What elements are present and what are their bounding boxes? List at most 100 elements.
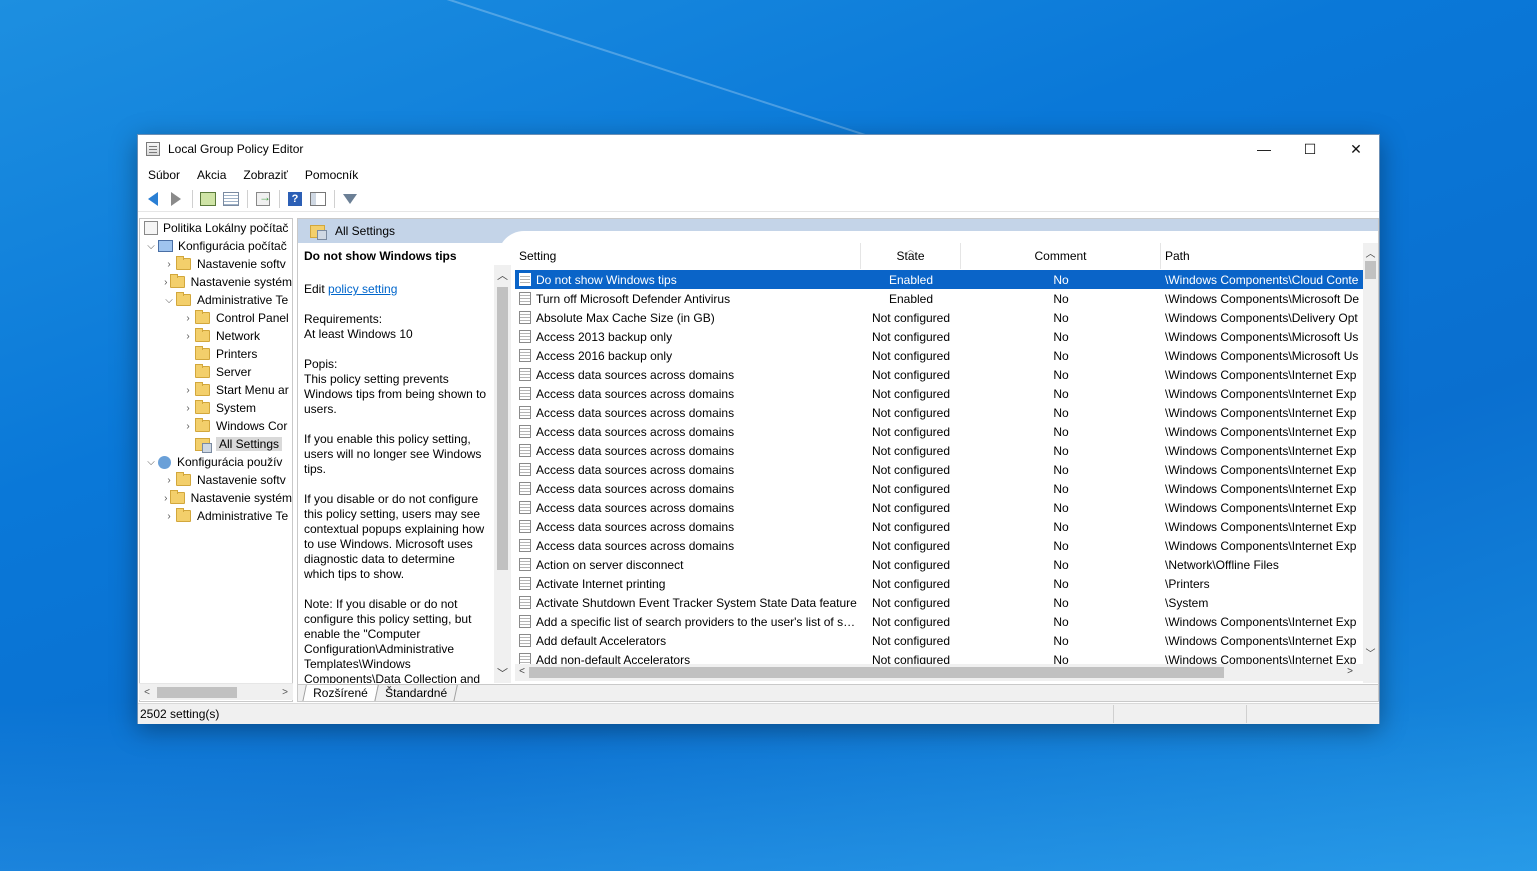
tree-horizontal-scrollbar[interactable]: < > <box>139 683 293 700</box>
expand-icon[interactable]: › <box>162 475 176 486</box>
scroll-right-icon[interactable]: > <box>277 687 293 698</box>
scroll-up-icon[interactable]: ︿ <box>494 267 511 283</box>
table-row[interactable]: Access 2013 backup only Not configured No \… <box>515 327 1363 346</box>
up-level-button[interactable] <box>197 188 219 210</box>
table-row[interactable]: Activate Internet printing Not configured… <box>515 574 1363 593</box>
tree-item-printers[interactable]: Printers <box>140 345 292 363</box>
forward-arrow-icon <box>171 192 181 206</box>
cell-state: Not configured <box>871 500 951 515</box>
tree-item-network[interactable]: › Network <box>140 327 292 345</box>
tree-item-control-panel[interactable]: › Control Panel <box>140 309 292 327</box>
tree-item-computer-config[interactable]: ⌵ Konfigurácia počítač <box>140 237 292 255</box>
tree-item-user-software-settings[interactable]: › Nastavenie softv <box>140 471 292 489</box>
menu-file[interactable]: Súbor <box>141 168 187 182</box>
table-row[interactable]: Add default Accelerators Not configured No… <box>515 631 1363 650</box>
cell-setting: Access data sources across domains <box>515 444 861 458</box>
table-row[interactable]: Absolute Max Cache Size (in GB) Not confi… <box>515 308 1363 327</box>
expand-icon[interactable]: › <box>181 421 195 432</box>
column-header-setting[interactable]: Setting <box>515 243 861 269</box>
expand-icon[interactable]: › <box>181 313 195 324</box>
close-button[interactable]: ✕ <box>1333 135 1379 163</box>
list-horizontal-scrollbar[interactable]: < > <box>515 664 1363 681</box>
description-scrollbar[interactable]: ︿ ﹀ <box>494 265 511 683</box>
requirements-label: Requirements: <box>304 312 383 326</box>
show-hide-tree-button[interactable] <box>220 188 242 210</box>
minimize-button[interactable]: — <box>1241 135 1287 163</box>
tab-extended[interactable]: Rozšírené <box>302 685 379 701</box>
extended-view-button[interactable] <box>307 188 329 210</box>
tree-item-label: Nastavenie softv <box>197 257 286 271</box>
table-row[interactable]: Access data sources across domains Not co… <box>515 498 1363 517</box>
scroll-up-icon[interactable]: ︿ <box>1363 245 1378 260</box>
table-row[interactable]: Access data sources across domains Not co… <box>515 460 1363 479</box>
menu-action[interactable]: Akcia <box>190 168 233 182</box>
title-bar[interactable]: Local Group Policy Editor — ☐ ✕ <box>138 135 1379 163</box>
tree-item-admin-templates[interactable]: ⌵ Administrative Te <box>140 291 292 309</box>
help-button[interactable]: ? <box>284 188 306 210</box>
tree-item-all-settings[interactable]: All Settings <box>140 435 292 453</box>
scroll-thumb[interactable] <box>1365 261 1376 279</box>
expand-icon[interactable]: › <box>181 331 195 342</box>
policy-setting-link[interactable]: policy setting <box>328 282 397 296</box>
tree-item-user-config[interactable]: ⌵ Konfigurácia použív <box>140 453 292 471</box>
table-row[interactable]: Turn off Microsoft Defender Antivirus Ena… <box>515 289 1363 308</box>
tree-item-start-menu[interactable]: › Start Menu ar <box>140 381 292 399</box>
table-row[interactable]: Access data sources across domains Not co… <box>515 422 1363 441</box>
forward-button[interactable] <box>165 188 187 210</box>
expand-icon[interactable]: › <box>162 511 176 522</box>
table-row[interactable]: Add a specific list of search providers … <box>515 612 1363 631</box>
tree-item-windows-components[interactable]: › Windows Cor <box>140 417 292 435</box>
policy-icon <box>144 221 158 235</box>
filter-icon <box>343 194 357 204</box>
collapse-icon[interactable]: ⌵ <box>144 241 158 252</box>
policy-setting-icon <box>519 577 531 590</box>
tree-item-system-settings[interactable]: › Nastavenie systém <box>140 273 292 291</box>
tree-item-system[interactable]: › System <box>140 399 292 417</box>
column-header-path[interactable]: Path <box>1161 243 1363 269</box>
scroll-thumb[interactable] <box>157 687 237 698</box>
filter-button[interactable] <box>339 188 361 210</box>
scroll-thumb[interactable] <box>529 667 1224 678</box>
expand-icon[interactable]: › <box>162 493 170 504</box>
menu-help[interactable]: Pomocník <box>298 168 365 182</box>
expand-icon[interactable]: › <box>181 385 195 396</box>
maximize-button[interactable]: ☐ <box>1287 135 1333 163</box>
table-row[interactable]: Action on server disconnect Not configure… <box>515 555 1363 574</box>
tree-item-server[interactable]: Server <box>140 363 292 381</box>
help-icon: ? <box>288 192 302 206</box>
column-header-comment[interactable]: Comment <box>961 243 1161 269</box>
tree-item-software-settings[interactable]: › Nastavenie softv <box>140 255 292 273</box>
table-row[interactable]: Access data sources across domains Not co… <box>515 365 1363 384</box>
scroll-right-icon[interactable]: > <box>1343 666 1357 677</box>
table-row[interactable]: Access data sources across domains Not co… <box>515 441 1363 460</box>
list-vertical-scrollbar[interactable]: ︿ ﹀ <box>1363 243 1378 683</box>
scroll-left-icon[interactable]: < <box>139 687 155 698</box>
tree-item-root[interactable]: Politika Lokálny počítač <box>140 219 292 237</box>
table-row[interactable]: Access data sources across domains Not co… <box>515 517 1363 536</box>
expand-icon[interactable]: › <box>162 259 176 270</box>
tree-item-user-admin-templates[interactable]: › Administrative Te <box>140 507 292 525</box>
menu-view[interactable]: Zobraziť <box>236 168 295 182</box>
cell-comment: No <box>1053 595 1069 610</box>
tab-standard[interactable]: Štandardné <box>373 685 458 701</box>
collapse-icon[interactable]: ⌵ <box>144 457 158 468</box>
export-list-button[interactable] <box>252 188 274 210</box>
expand-icon[interactable]: › <box>181 403 195 414</box>
collapse-icon[interactable]: ⌵ <box>162 295 176 306</box>
table-row[interactable]: Activate Shutdown Event Tracker System S… <box>515 593 1363 612</box>
scroll-left-icon[interactable]: < <box>515 666 529 677</box>
table-row[interactable]: Access data sources across domains Not co… <box>515 403 1363 422</box>
scroll-down-icon[interactable]: ﹀ <box>494 665 511 681</box>
back-button[interactable] <box>142 188 164 210</box>
table-row[interactable]: Do not show Windows tips Enabled No \Window… <box>515 270 1363 289</box>
column-header-state[interactable]: ︿ State <box>861 243 961 269</box>
table-row[interactable]: Access data sources across domains Not co… <box>515 479 1363 498</box>
expand-icon[interactable]: › <box>162 277 170 288</box>
scroll-down-icon[interactable]: ﹀ <box>1363 645 1378 660</box>
table-row[interactable]: Access data sources across domains Not co… <box>515 384 1363 403</box>
tree-item-user-system-settings[interactable]: › Nastavenie systém <box>140 489 292 507</box>
table-row[interactable]: Access 2016 backup only Not configured No \… <box>515 346 1363 365</box>
scroll-thumb[interactable] <box>497 287 508 570</box>
description-pane: Do not show Windows tips Edit policy set… <box>298 243 494 683</box>
table-row[interactable]: Access data sources across domains Not co… <box>515 536 1363 555</box>
